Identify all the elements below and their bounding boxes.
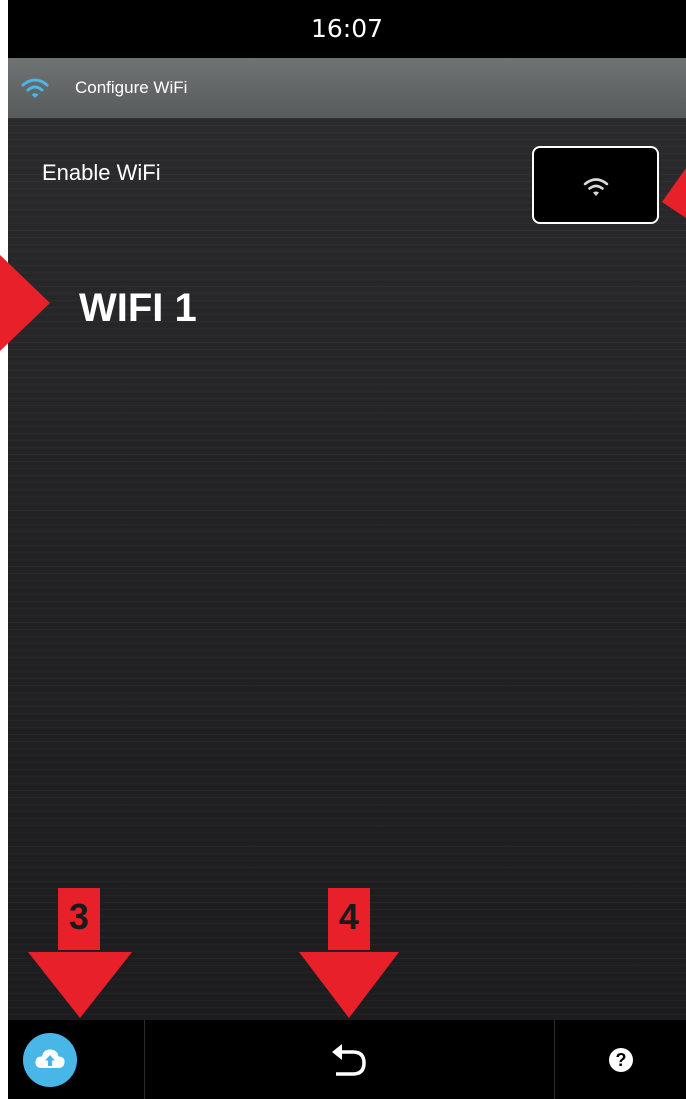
bottom-navigation-bar: ? [8,1020,686,1099]
annotation-arrow-down-3 [28,952,132,1018]
annotation-arrow-right-wifi [0,255,50,351]
annotation-label-4: 4 [328,888,370,950]
status-time: 16:07 [310,14,384,43]
status-bar: 16:07 [8,0,686,58]
wifi-icon [21,78,49,98]
nav-divider [554,1020,555,1099]
cloud-upload-icon [35,1049,65,1068]
enable-wifi-label: Enable WiFi [42,160,161,185]
annotation-label-3: 3 [58,888,100,950]
back-arrow-icon[interactable] [326,1040,370,1080]
cloud-upload-button[interactable] [23,1033,77,1087]
nav-divider [144,1020,145,1099]
annotation-arrow-left-toggle [662,168,686,218]
title-bar: Configure WiFi [8,58,686,118]
annotation-arrow-down-4 [299,952,399,1018]
network-heading: WIFI 1 [79,286,197,330]
help-button[interactable]: ? [609,1048,633,1072]
wifi-toggle-button[interactable] [532,146,659,224]
main-content: Enable WiFi WIFI 1 [8,118,686,1020]
wifi-icon [583,178,609,196]
page-title: Configure WiFi [75,78,188,97]
